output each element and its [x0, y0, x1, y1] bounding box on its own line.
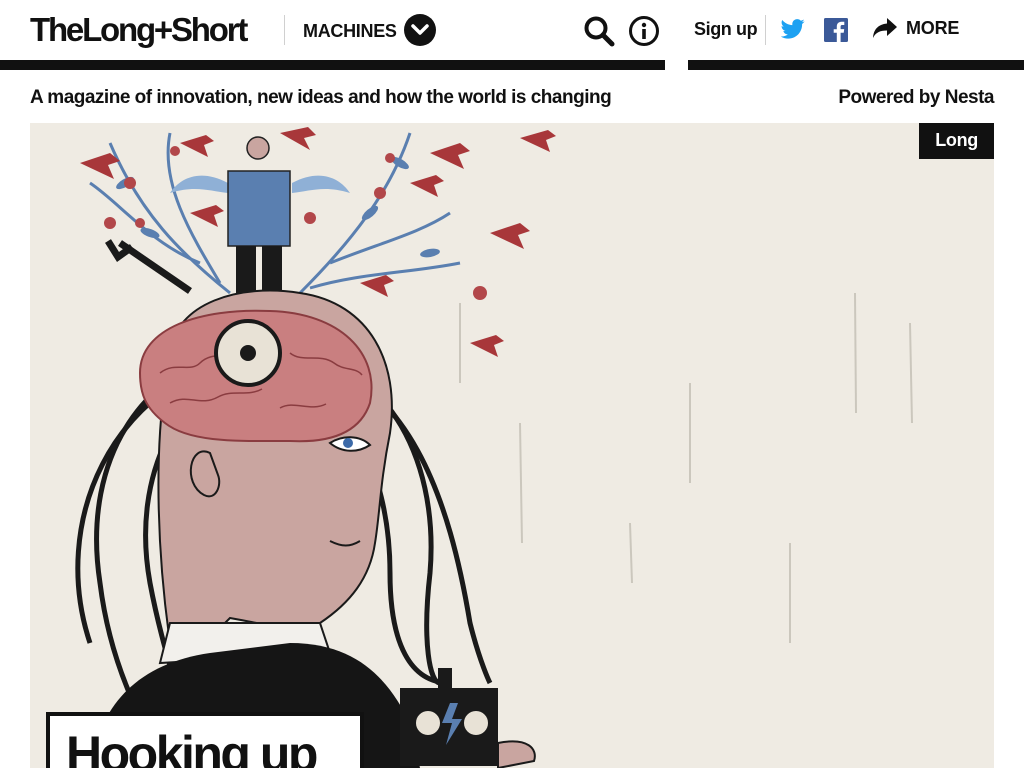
facebook-icon[interactable]: [824, 18, 848, 42]
search-icon[interactable]: [582, 14, 616, 48]
section-label[interactable]: MACHINES: [303, 21, 397, 42]
hero-illustration: [75, 127, 913, 768]
site-tagline: A magazine of innovation, new ideas and …: [30, 87, 612, 108]
powered-by-link[interactable]: Powered by Nesta: [838, 87, 994, 109]
share-arrow-icon: [873, 18, 897, 38]
site-header: TheLong+Short MACHINES Sign up MORE: [0, 0, 1024, 60]
section-selector[interactable]: MACHINES: [303, 16, 397, 46]
header-rule-right: [688, 60, 1024, 70]
signup-link[interactable]: Sign up: [694, 19, 758, 40]
hero-feature[interactable]: Long Hooking up: [30, 123, 994, 768]
header-divider: [765, 15, 766, 45]
header-rule-left: [0, 60, 665, 70]
article-length-badge: Long: [919, 123, 994, 159]
info-icon[interactable]: [627, 14, 661, 48]
more-label: MORE: [906, 17, 960, 38]
article-headline[interactable]: Hooking up: [66, 726, 344, 768]
twitter-icon[interactable]: [780, 16, 806, 42]
headline-card[interactable]: Hooking up: [46, 712, 364, 768]
chevron-down-icon[interactable]: [404, 14, 436, 46]
more-share-button[interactable]: MORE: [872, 17, 959, 39]
header-divider: [284, 15, 285, 45]
site-logo[interactable]: TheLong+Short: [30, 10, 248, 50]
